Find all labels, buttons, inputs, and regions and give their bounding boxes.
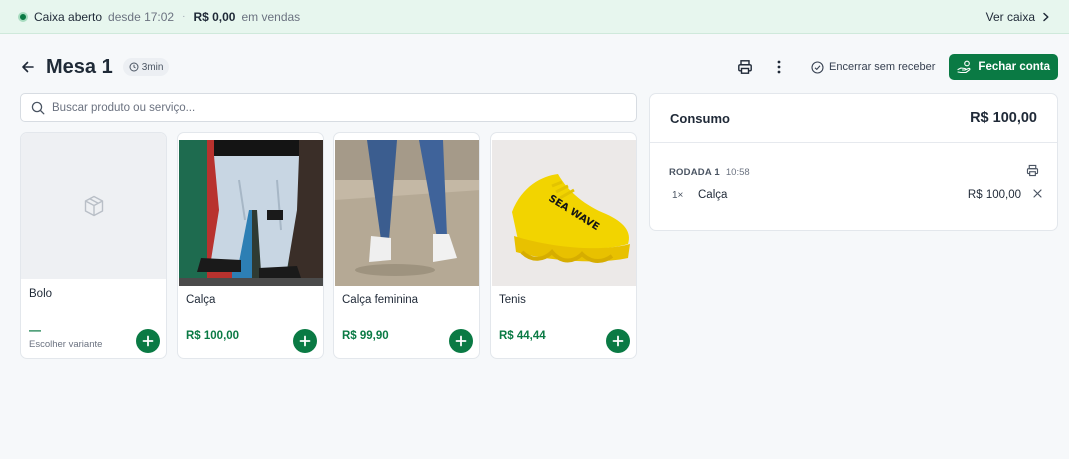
- plus-icon: [612, 335, 624, 347]
- close-without-payment-label: Encerrar sem receber: [829, 61, 936, 73]
- separator: ·: [182, 11, 186, 22]
- elapsed-time-badge: 3min: [122, 58, 170, 76]
- cash-open-since: desde 17:02: [108, 9, 175, 24]
- close-icon: [1033, 189, 1042, 198]
- consumption-header: Consumo R$ 100,00: [650, 94, 1057, 143]
- chevron-right-icon: [1043, 12, 1049, 21]
- remove-item-button[interactable]: [1033, 189, 1042, 201]
- product-image-sneaker: SEA WAVE: [492, 140, 636, 286]
- product-image-jeans: [335, 140, 479, 286]
- search-icon: [31, 101, 45, 114]
- table-header: Mesa 1 3min Encerrar sem receber Fechar …: [18, 50, 1058, 84]
- cargo-pants-photo: [179, 140, 323, 286]
- add-product-button[interactable]: [606, 329, 630, 353]
- status-dot-icon: [18, 11, 28, 22]
- product-card-tenis[interactable]: SEA WAVE Tenis R$ 44,44: [490, 132, 637, 359]
- product-price: R$ 99,90: [342, 330, 389, 342]
- plus-icon: [455, 335, 467, 347]
- round-label: RODADA 1: [669, 166, 720, 178]
- printer-icon: [1026, 164, 1039, 177]
- product-price: —: [29, 323, 41, 337]
- cash-status: Caixa aberto: [34, 9, 103, 24]
- product-name: Bolo: [29, 288, 53, 300]
- add-product-button[interactable]: [449, 329, 473, 353]
- product-image-placeholder: [21, 133, 166, 279]
- page-title: Mesa 1: [46, 55, 113, 78]
- box-icon: [84, 195, 103, 217]
- consumption-title: Consumo: [670, 110, 730, 126]
- close-bill-button[interactable]: Fechar conta: [949, 54, 1058, 80]
- back-button[interactable]: [18, 57, 38, 77]
- view-cash-register-label: Ver caixa: [985, 9, 1035, 24]
- hand-money-icon: [957, 60, 971, 74]
- add-product-button[interactable]: [136, 329, 160, 353]
- arrow-left-icon: [22, 61, 34, 73]
- print-button[interactable]: [731, 53, 759, 81]
- clock-icon: [129, 62, 139, 72]
- consumption-total: R$ 100,00: [970, 110, 1037, 126]
- close-bill-label: Fechar conta: [978, 61, 1050, 73]
- item-name: Calça: [698, 189, 728, 201]
- choose-variant-label: Escolher variante: [29, 339, 103, 350]
- search-input[interactable]: [52, 101, 626, 114]
- view-cash-register-link[interactable]: Ver caixa: [986, 10, 1051, 24]
- more-options-button[interactable]: [765, 53, 793, 81]
- product-name: Calça feminina: [342, 294, 419, 306]
- print-round-button[interactable]: [1026, 164, 1039, 180]
- jeans-photo: [335, 140, 479, 286]
- header-actions: Encerrar sem receber Fechar conta: [731, 53, 1058, 81]
- sales-amount: R$ 0,00: [193, 9, 236, 24]
- product-search[interactable]: [20, 93, 637, 122]
- sales-label: em vendas: [241, 9, 301, 24]
- product-price: R$ 100,00: [186, 330, 240, 342]
- round-time: 10:58: [725, 166, 750, 178]
- yellow-sneaker-photo: SEA WAVE: [492, 140, 636, 286]
- item-price: R$ 100,00: [967, 189, 1021, 201]
- round-header: RODADA 1 10:58: [669, 164, 1039, 180]
- product-name: Tenis: [499, 294, 526, 306]
- cash-register-status-bar: Caixa aberto desde 17:02 · R$ 0,00 em ve…: [0, 0, 1069, 34]
- item-quantity: 1×: [672, 189, 684, 201]
- plus-icon: [299, 335, 311, 347]
- product-image-cargo-pants: [179, 140, 323, 286]
- product-price: R$ 44,44: [499, 330, 546, 342]
- consumption-item: 1× Calça R$ 100,00: [672, 189, 1042, 201]
- plus-icon: [142, 335, 154, 347]
- product-name: Calça: [186, 294, 216, 306]
- product-card-calca-feminina[interactable]: Calça feminina R$ 99,90: [333, 132, 480, 359]
- product-card-bolo[interactable]: Bolo — Escolher variante: [20, 132, 167, 359]
- add-product-button[interactable]: [293, 329, 317, 353]
- close-without-payment-button[interactable]: Encerrar sem receber: [811, 60, 936, 74]
- more-vertical-icon: [777, 60, 781, 74]
- check-circle-icon: [811, 60, 824, 74]
- consumption-panel: Consumo R$ 100,00 RODADA 1 10:58 1× Calç…: [649, 93, 1058, 231]
- elapsed-time: 3min: [141, 61, 164, 73]
- printer-icon: [738, 60, 752, 74]
- product-card-calca[interactable]: Calça R$ 100,00: [177, 132, 324, 359]
